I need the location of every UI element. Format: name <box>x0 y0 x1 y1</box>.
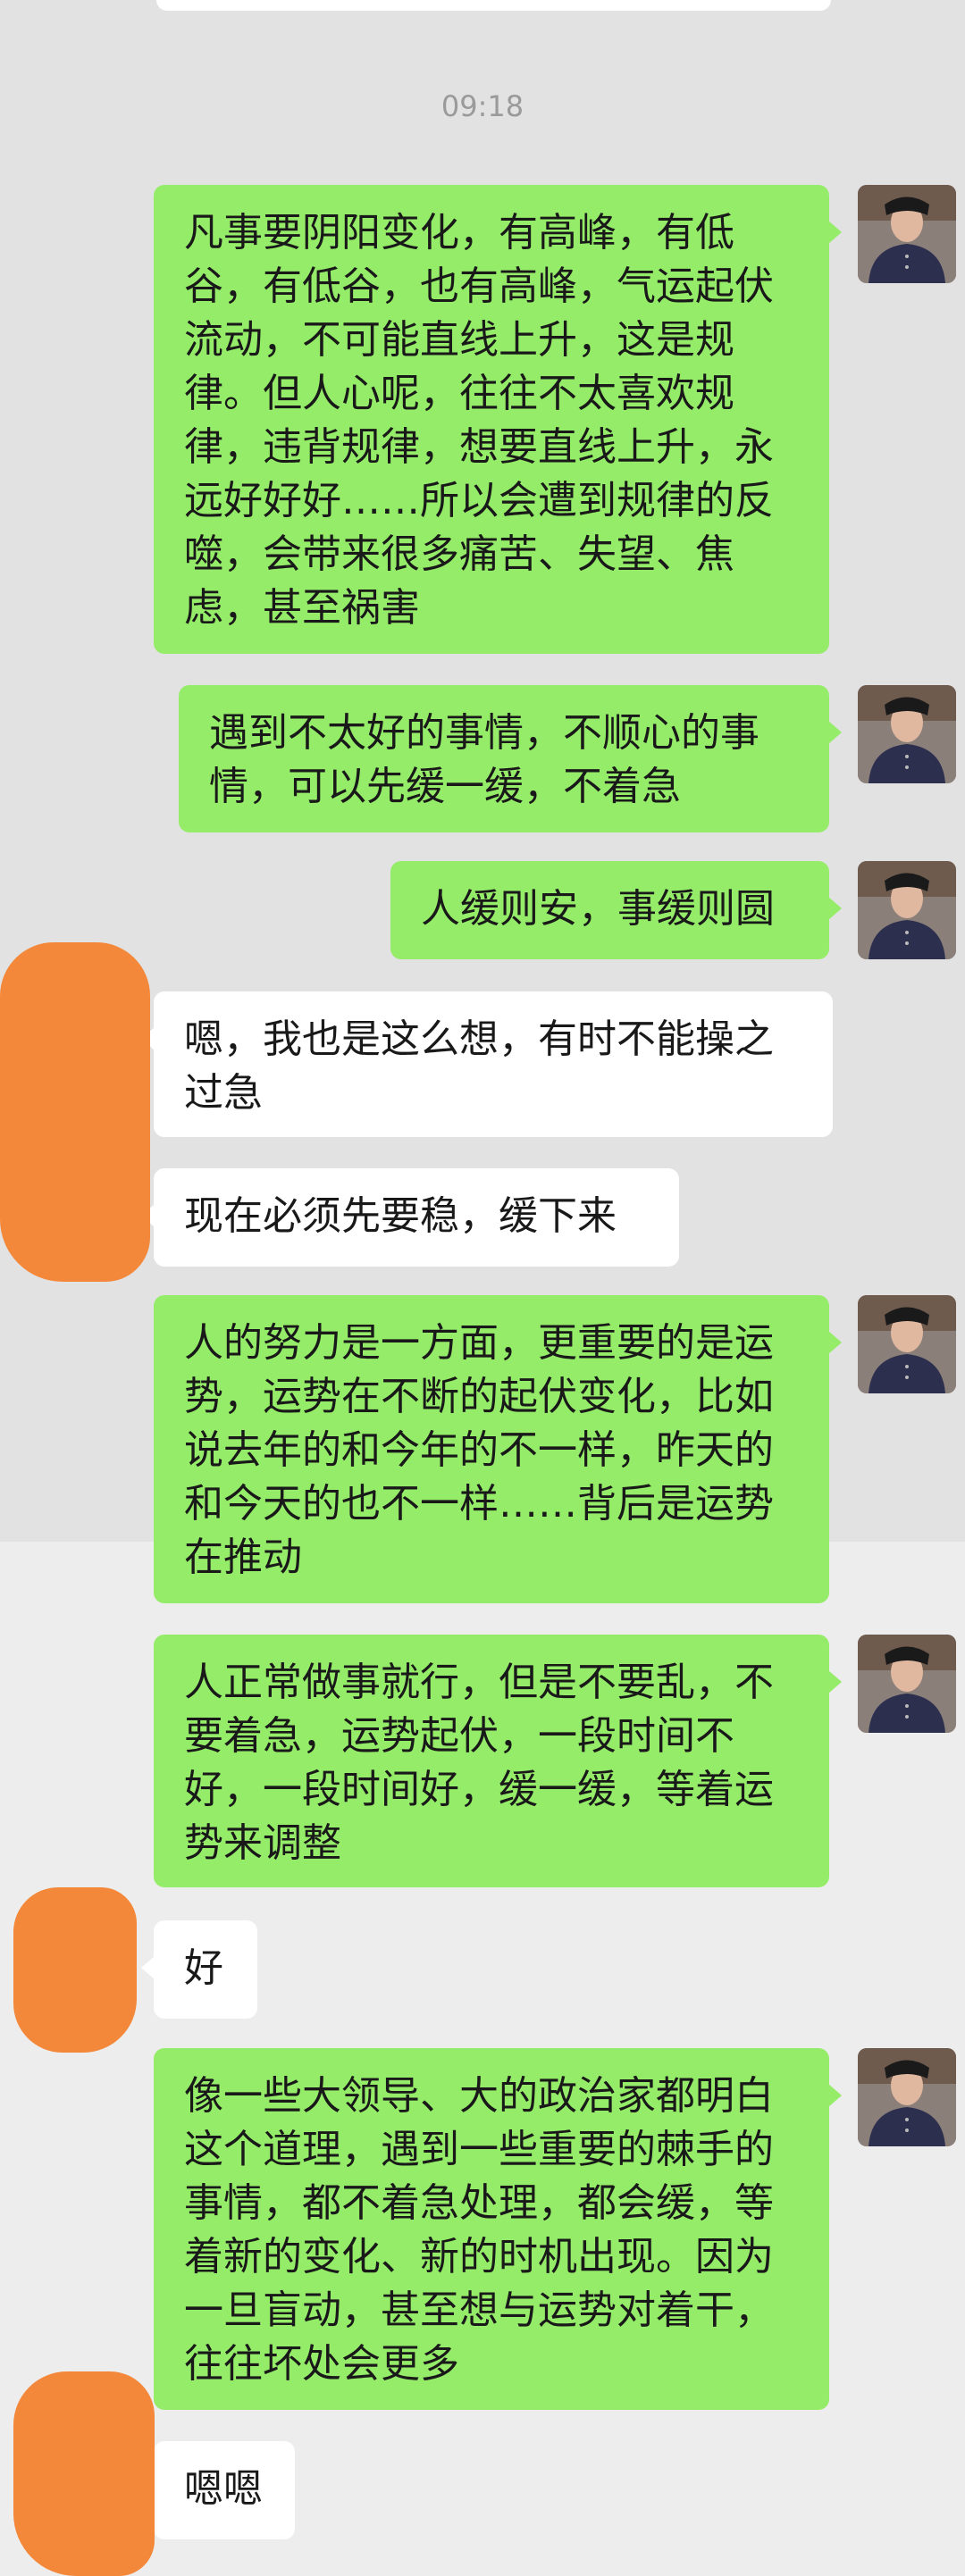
sent-message-bubble[interactable]: 人的努力是一方面，更重要的是运势，运势在不断的起伏变化，比如说去年的和今年的不一… <box>154 1295 842 1603</box>
message-text: 遇到不太好的事情，不顺心的事情，可以先缓一缓，不着急 <box>209 710 759 809</box>
redaction-marker <box>0 942 150 1282</box>
message-text: 凡事要阴阳变化，有高峰，有低谷，有低谷，也有高峰，气运起伏流动，不可能直线上升，… <box>184 210 774 631</box>
sent-message-bubble[interactable]: 人正常做事就行，但是不要乱，不要着急，运势起伏，一段时间不好，一段时间好，缓一缓… <box>154 1635 842 1887</box>
received-message-bubble[interactable]: 现在必须先要稳，缓下来 <box>141 1168 679 1267</box>
previous-message-bubble[interactable] <box>156 0 831 11</box>
message-timestamp: 09:18 <box>441 89 524 123</box>
contact-avatar-icon[interactable] <box>858 2048 956 2146</box>
contact-avatar-icon[interactable] <box>858 685 956 783</box>
contact-avatar-icon[interactable] <box>858 1635 956 1733</box>
received-message-bubble[interactable]: 嗯，我也是这么想，有时不能操之过急 <box>141 991 833 1137</box>
received-message-bubble[interactable]: 好 <box>141 1920 257 2019</box>
message-text: 嗯，我也是这么想，有时不能操之过急 <box>184 1016 774 1116</box>
message-text: 人的努力是一方面，更重要的是运势，运势在不断的起伏变化，比如说去年的和今年的不一… <box>184 1320 774 1580</box>
message-text: 现在必须先要稳，缓下来 <box>184 1193 617 1239</box>
contact-avatar-icon[interactable] <box>858 861 956 959</box>
sent-message-bubble[interactable]: 凡事要阴阳变化，有高峰，有低谷，有低谷，也有高峰，气运起伏流动，不可能直线上升，… <box>154 185 842 654</box>
message-text: 人正常做事就行，但是不要乱，不要着急，运势起伏，一段时间不好，一段时间好，缓一缓… <box>184 1660 774 1866</box>
message-text: 像一些大领导、大的政治家都明白这个道理，遇到一些重要的棘手的事情，都不着急处理，… <box>184 2073 774 2387</box>
redaction-marker <box>13 1887 137 2053</box>
message-text: 人缓则安，事缓则圆 <box>421 886 775 932</box>
contact-avatar-icon[interactable] <box>858 1295 956 1393</box>
sent-message-bubble[interactable]: 像一些大领导、大的政治家都明白这个道理，遇到一些重要的棘手的事情，都不着急处理，… <box>154 2048 842 2410</box>
message-text: 嗯嗯 <box>184 2466 263 2512</box>
contact-avatar-icon[interactable] <box>858 185 956 283</box>
message-text: 好 <box>184 1945 223 1991</box>
redaction-marker <box>13 2371 155 2576</box>
sent-message-bubble[interactable]: 遇到不太好的事情，不顺心的事情，可以先缓一缓，不着急 <box>179 685 842 832</box>
received-message-bubble[interactable]: 嗯嗯 <box>141 2441 295 2539</box>
sent-message-bubble[interactable]: 人缓则安，事缓则圆 <box>390 861 842 959</box>
